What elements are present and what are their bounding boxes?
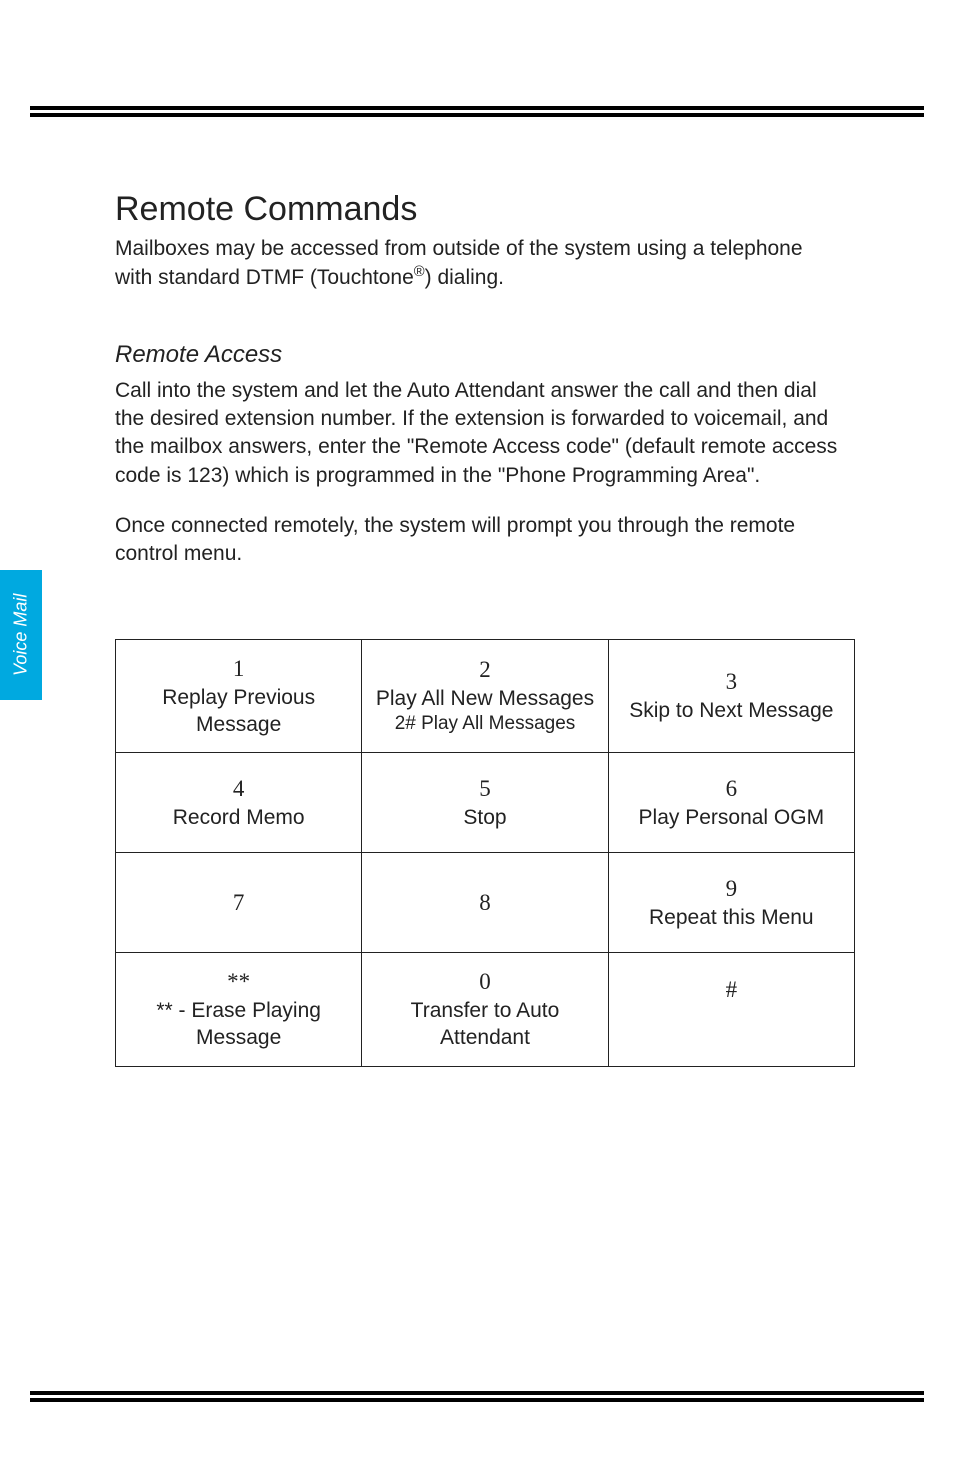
bottom-double-rule — [30, 1391, 924, 1395]
side-tab-voice-mail: Voice Mail — [0, 570, 42, 700]
key-label: Record Memo — [126, 804, 351, 831]
keypad-cell-3: 3 Skip to Next Message — [608, 639, 854, 752]
keypad-cell-9: 9 Repeat this Menu — [608, 853, 854, 953]
keypad-cell-7: 7 — [116, 853, 362, 953]
subsection-p1: Call into the system and let the Auto At… — [115, 377, 839, 490]
key-label: Transfer to Auto Attendant — [372, 997, 597, 1052]
keypad-cell-4: 4 Record Memo — [116, 753, 362, 853]
section-title: Remote Commands — [115, 190, 839, 229]
key-num: 6 — [726, 776, 738, 801]
keypad-cell-8: 8 — [362, 853, 608, 953]
table-row: 7 8 9 Repeat this Menu — [116, 853, 855, 953]
subsection-title: Remote Access — [115, 341, 839, 369]
key-num: 7 — [233, 890, 245, 915]
table-row: ** ** - Erase Playing Message 0 Transfer… — [116, 953, 855, 1066]
top-double-rule — [30, 113, 924, 117]
intro-text-2: ) dialing. — [425, 266, 504, 289]
key-num: 8 — [479, 890, 491, 915]
keypad-cell-hash: # — [608, 953, 854, 1066]
subsection-p2: Once connected remotely, the system will… — [115, 512, 839, 569]
table-row: 4 Record Memo 5 Stop 6 Play Personal OGM — [116, 753, 855, 853]
section-intro: Mailboxes may be accessed from outside o… — [115, 235, 839, 293]
key-label: Play All New Messages — [372, 685, 597, 712]
keypad-cell-1: 1 Replay Previous Message — [116, 639, 362, 752]
key-num: 5 — [479, 776, 491, 801]
key-label: Replay Previous Message — [126, 684, 351, 739]
remote-keypad-table: 1 Replay Previous Message 2 Play All New… — [115, 639, 855, 1067]
registered-symbol: ® — [414, 264, 425, 280]
keypad-cell-0: 0 Transfer to Auto Attendant — [362, 953, 608, 1066]
keypad-cell-6: 6 Play Personal OGM — [608, 753, 854, 853]
key-num: ** — [227, 969, 250, 994]
keypad-cell-star: ** ** - Erase Playing Message — [116, 953, 362, 1066]
key-num: # — [726, 977, 738, 1002]
key-num: 3 — [726, 669, 738, 694]
key-num: 9 — [726, 876, 738, 901]
key-num: 1 — [233, 656, 245, 681]
key-label: Repeat this Menu — [619, 904, 844, 931]
key-label: Play Personal OGM — [619, 804, 844, 831]
table-row: 1 Replay Previous Message 2 Play All New… — [116, 639, 855, 752]
key-label: Skip to Next Message — [619, 697, 844, 724]
key-num: 0 — [479, 969, 491, 994]
keypad-cell-2: 2 Play All New Messages 2# Play All Mess… — [362, 639, 608, 752]
key-num: 2 — [479, 657, 491, 682]
key-label: Stop — [372, 804, 597, 831]
key-num: 4 — [233, 776, 245, 801]
keypad-cell-5: 5 Stop — [362, 753, 608, 853]
key-label: ** - Erase Playing Message — [126, 997, 351, 1052]
key-sub: 2# Play All Messages — [372, 712, 597, 737]
